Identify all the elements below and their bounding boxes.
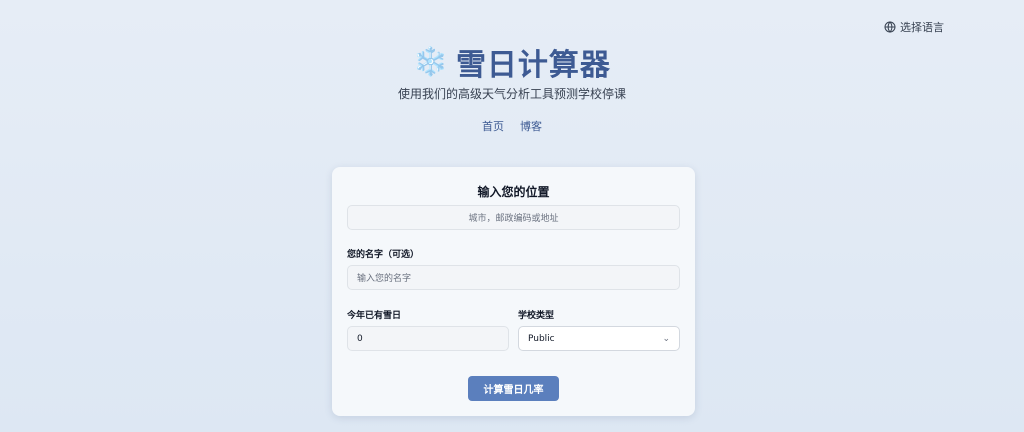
- chevron-down-icon: ⌄: [662, 333, 670, 344]
- name-input[interactable]: 输入您的名字: [347, 265, 680, 290]
- snowflake-icon: ❄️: [413, 45, 448, 78]
- top-nav: 首页 博客: [0, 118, 1024, 134]
- name-label: 您的名字（可选）: [347, 250, 420, 260]
- school-type-value: Public: [528, 333, 555, 344]
- nav-blog-link[interactable]: 博客: [520, 118, 542, 134]
- page-title: 雪日计算器: [455, 48, 611, 83]
- globe-icon: [884, 21, 896, 33]
- language-selector[interactable]: 选择语言: [884, 19, 944, 35]
- school-type-select[interactable]: Public ⌄: [518, 326, 680, 351]
- calculate-button[interactable]: 计算雪日几率: [468, 376, 559, 401]
- nav-home-link[interactable]: 首页: [482, 118, 504, 134]
- school-type-label: 学校类型: [518, 311, 555, 321]
- location-form-card: 输入您的位置 城市，邮政编码或地址 您的名字（可选） 输入您的名字 今年已有雪日…: [332, 167, 695, 416]
- language-label: 选择语言: [900, 21, 944, 34]
- page-header: ❄️ 雪日计算器: [0, 40, 1024, 84]
- snow-days-label: 今年已有雪日: [347, 311, 402, 321]
- page-subtitle: 使用我们的高级天气分析工具预测学校停课: [397, 87, 626, 101]
- form-title: 输入您的位置: [477, 185, 550, 199]
- location-input[interactable]: 城市，邮政编码或地址: [347, 205, 680, 230]
- snow-days-input[interactable]: 0: [347, 326, 509, 351]
